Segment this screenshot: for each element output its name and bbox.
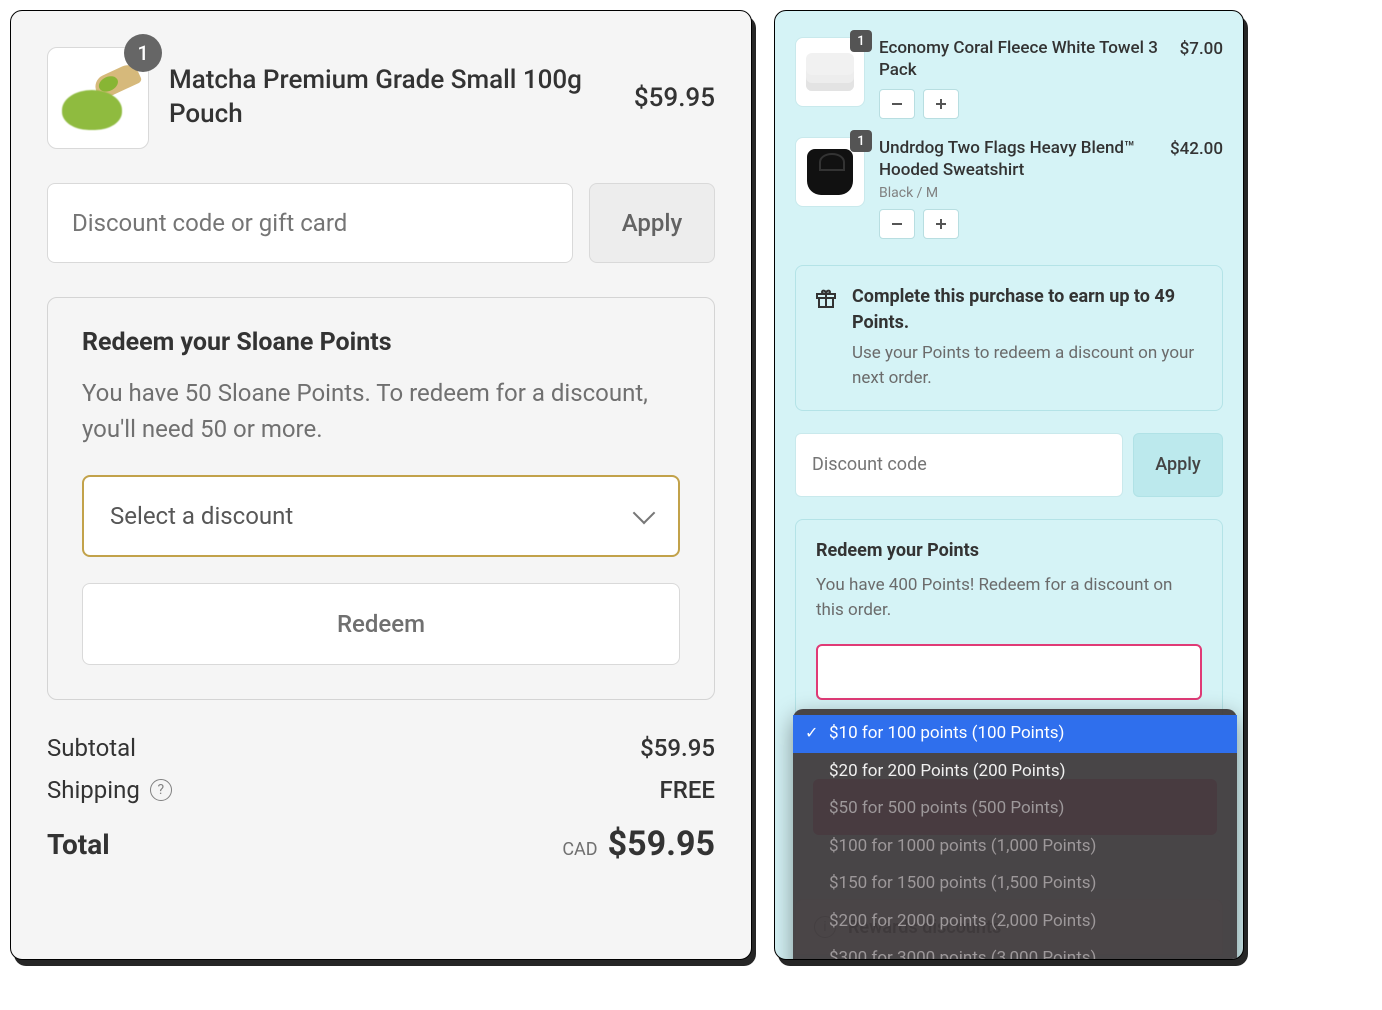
redeem-title: Redeem your Points: [816, 540, 1202, 561]
product-price: $59.95: [634, 83, 715, 113]
dropdown-option: $100 for 1000 points (1,000 Points): [793, 828, 1237, 866]
decrement-button[interactable]: [879, 209, 915, 239]
decrement-button[interactable]: [879, 89, 915, 119]
plus-icon: [934, 97, 948, 111]
select-placeholder: Select a discount: [110, 502, 293, 530]
dropdown-option: $300 for 3000 points (3,000 Points): [793, 940, 1237, 960]
discount-row: Apply: [795, 433, 1223, 497]
towel-image: [806, 53, 854, 91]
product-title: Economy Coral Fleece White Towel 3 Pack: [879, 37, 1166, 81]
earn-title: Complete this purchase to earn up to 49 …: [852, 284, 1204, 334]
quantity-badge: 1: [850, 130, 872, 152]
discount-dropdown-popup: $10 for 100 points (100 Points)$20 for 2…: [793, 709, 1237, 960]
total-row: Total CAD $59.95: [47, 824, 715, 864]
subtotal-label: Subtotal: [47, 734, 136, 762]
earn-points-card: Complete this purchase to earn up to 49 …: [795, 265, 1223, 410]
quantity-badge: 1: [124, 34, 162, 72]
chevron-down-icon: [633, 502, 656, 525]
dropdown-option[interactable]: $10 for 100 points (100 Points): [793, 715, 1237, 753]
minus-icon: [890, 97, 904, 111]
redeem-button[interactable]: Redeem: [82, 583, 680, 665]
subtotal-value: $59.95: [640, 734, 715, 762]
apply-button[interactable]: Apply: [589, 183, 715, 263]
redeem-points-card: Redeem your Points You have 400 Points! …: [795, 519, 1223, 725]
redeem-description: You have 50 Sloane Points. To redeem for…: [82, 375, 680, 447]
dropdown-option: $50 for 500 points (500 Points): [793, 790, 1237, 828]
apply-button[interactable]: Apply: [1133, 433, 1223, 497]
product-row: 1 Undrdog Two Flags Heavy Blend™ Hooded …: [795, 137, 1223, 239]
earn-description: Use your Points to redeem a discount on …: [852, 341, 1204, 392]
redeem-title: Redeem your Sloane Points: [82, 328, 680, 357]
redeem-points-card: Redeem your Sloane Points You have 50 Sl…: [47, 297, 715, 700]
dropdown-option[interactable]: $20 for 200 Points (200 Points): [793, 753, 1237, 791]
minus-icon: [890, 217, 904, 231]
checkout-panel-left: 1 Matcha Premium Grade Small 100g Pouch …: [10, 10, 752, 960]
product-thumbnail: 1: [795, 37, 865, 107]
product-thumbnail: 1: [47, 47, 149, 149]
product-thumbnail: 1: [795, 137, 865, 207]
total-label: Total: [47, 828, 110, 861]
gift-icon: [814, 286, 838, 310]
product-row: 1 Matcha Premium Grade Small 100g Pouch …: [47, 47, 715, 149]
total-value: $59.95: [608, 824, 715, 864]
discount-row: Apply: [47, 183, 715, 263]
subtotal-row: Subtotal $59.95: [47, 734, 715, 762]
matcha-image: [58, 60, 138, 136]
discount-code-input[interactable]: [47, 183, 573, 263]
increment-button[interactable]: [923, 209, 959, 239]
shipping-label: Shipping: [47, 776, 140, 804]
shipping-value: FREE: [660, 776, 715, 804]
discount-code-input[interactable]: [795, 433, 1123, 497]
dropdown-option: $200 for 2000 points (2,000 Points): [793, 903, 1237, 941]
checkout-panel-right: 1 Economy Coral Fleece White Towel 3 Pac…: [774, 10, 1244, 960]
shipping-row: Shipping ? FREE: [47, 776, 715, 804]
product-row: 1 Economy Coral Fleece White Towel 3 Pac…: [795, 37, 1223, 119]
currency-code: CAD: [562, 839, 597, 860]
hoodie-image: [807, 149, 853, 195]
plus-icon: [934, 217, 948, 231]
totals-section: Subtotal $59.95 Shipping ? FREE Total CA…: [47, 734, 715, 864]
product-variant: Black / M: [879, 185, 1156, 201]
product-price: $42.00: [1170, 137, 1223, 159]
product-title: Undrdog Two Flags Heavy Blend™ Hooded Sw…: [879, 137, 1156, 181]
discount-select[interactable]: [816, 644, 1202, 700]
quantity-badge: 1: [850, 30, 872, 52]
dropdown-option: $150 for 1500 points (1,500 Points): [793, 865, 1237, 903]
product-price: $7.00: [1180, 37, 1223, 59]
help-icon[interactable]: ?: [150, 779, 172, 801]
redeem-description: You have 400 Points! Redeem for a discou…: [816, 573, 1202, 624]
increment-button[interactable]: [923, 89, 959, 119]
discount-select[interactable]: Select a discount: [82, 475, 680, 557]
product-title: Matcha Premium Grade Small 100g Pouch: [169, 64, 614, 132]
